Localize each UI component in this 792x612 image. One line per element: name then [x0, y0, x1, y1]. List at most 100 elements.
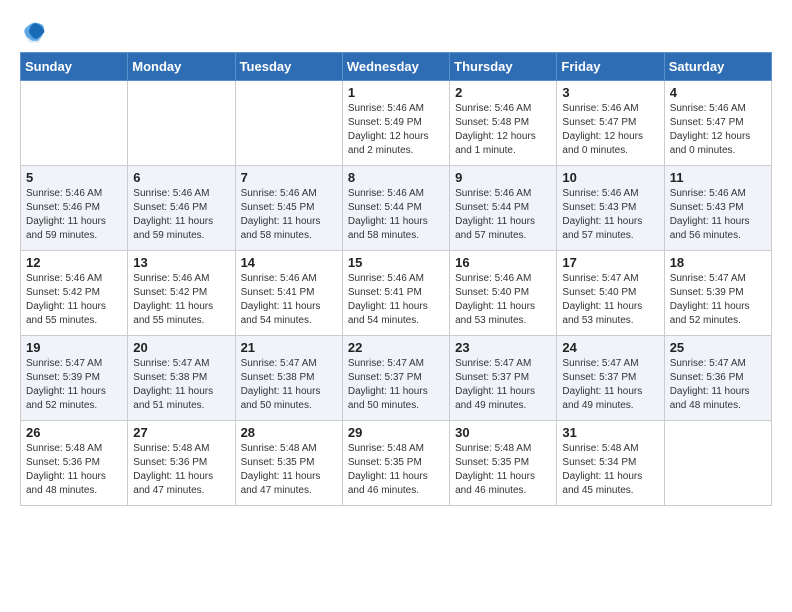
cell-day-number: 6: [133, 170, 229, 185]
cell-day-number: 14: [241, 255, 337, 270]
cell-info: Sunrise: 5:46 AM Sunset: 5:40 PM Dayligh…: [455, 272, 551, 328]
cell-info: Sunrise: 5:46 AM Sunset: 5:46 PM Dayligh…: [133, 187, 229, 243]
calendar-cell: 31Sunrise: 5:48 AM Sunset: 5:34 PM Dayli…: [557, 421, 664, 506]
calendar-cell: 16 Sunrise: 5:46 AM Sunset: 5:40 PM Dayli…: [450, 251, 557, 336]
calendar-header-row: SundayMondayTuesdayWednesdayThursdayFrid…: [21, 53, 772, 81]
cell-info: Sunrise: 5:46 AM Sunset: 5:43 PM Dayligh…: [670, 187, 766, 243]
calendar-cell: 2 Sunrise: 5:46 AM Sunset: 5:48 PM Daylig…: [450, 81, 557, 166]
calendar-cell: 13Sunrise: 5:46 AM Sunset: 5:42 PM Dayli…: [128, 251, 235, 336]
calendar-header-tuesday: Tuesday: [235, 53, 342, 81]
logo: [20, 18, 52, 46]
cell-info: Sunrise: 5:48 AM Sunset: 5:36 PM Dayligh…: [26, 442, 122, 498]
cell-info: Sunrise: 5:46 AM Sunset: 5:47 PM Dayligh…: [562, 102, 658, 158]
calendar-cell: 18Sunrise: 5:47 AM Sunset: 5:39 PM Dayli…: [664, 251, 771, 336]
cell-info: Sunrise: 5:46 AM Sunset: 5:48 PM Dayligh…: [455, 102, 551, 158]
calendar-week-row: 26Sunrise: 5:48 AM Sunset: 5:36 PM Dayli…: [21, 421, 772, 506]
cell-day-number: 24: [562, 340, 658, 355]
cell-day-number: 12: [26, 255, 122, 270]
page: SundayMondayTuesdayWednesdayThursdayFrid…: [0, 0, 792, 516]
calendar-cell: 25Sunrise: 5:47 AM Sunset: 5:36 PM Dayli…: [664, 336, 771, 421]
cell-info: Sunrise: 5:46 AM Sunset: 5:44 PM Dayligh…: [348, 187, 444, 243]
cell-info: Sunrise: 5:47 AM Sunset: 5:39 PM Dayligh…: [26, 357, 122, 413]
calendar-cell: 19 Sunrise: 5:47 AM Sunset: 5:39 PM Dayli…: [21, 336, 128, 421]
cell-info: Sunrise: 5:46 AM Sunset: 5:41 PM Dayligh…: [348, 272, 444, 328]
calendar-cell: 12 Sunrise: 5:46 AM Sunset: 5:42 PM Dayli…: [21, 251, 128, 336]
cell-day-number: 16: [455, 255, 551, 270]
calendar-cell: 23 Sunrise: 5:47 AM Sunset: 5:37 PM Dayli…: [450, 336, 557, 421]
cell-day-number: 8: [348, 170, 444, 185]
cell-info: Sunrise: 5:47 AM Sunset: 5:37 PM Dayligh…: [455, 357, 551, 413]
cell-info: Sunrise: 5:47 AM Sunset: 5:40 PM Dayligh…: [562, 272, 658, 328]
calendar-cell: 14 Sunrise: 5:46 AM Sunset: 5:41 PM Dayli…: [235, 251, 342, 336]
calendar-header-monday: Monday: [128, 53, 235, 81]
cell-day-number: 3: [562, 85, 658, 100]
calendar-week-row: 5 Sunrise: 5:46 AM Sunset: 5:46 PM Daylig…: [21, 166, 772, 251]
logo-icon: [20, 18, 48, 46]
cell-info: Sunrise: 5:48 AM Sunset: 5:35 PM Dayligh…: [348, 442, 444, 498]
calendar-header-saturday: Saturday: [664, 53, 771, 81]
cell-info: Sunrise: 5:46 AM Sunset: 5:43 PM Dayligh…: [562, 187, 658, 243]
cell-day-number: 21: [241, 340, 337, 355]
calendar-week-row: 19 Sunrise: 5:47 AM Sunset: 5:39 PM Dayli…: [21, 336, 772, 421]
cell-info: Sunrise: 5:47 AM Sunset: 5:37 PM Dayligh…: [348, 357, 444, 413]
cell-day-number: 11: [670, 170, 766, 185]
calendar-cell: 4 Sunrise: 5:46 AM Sunset: 5:47 PM Daylig…: [664, 81, 771, 166]
calendar-cell: 5 Sunrise: 5:46 AM Sunset: 5:46 PM Daylig…: [21, 166, 128, 251]
calendar-week-row: 1Sunrise: 5:46 AM Sunset: 5:49 PM Daylig…: [21, 81, 772, 166]
cell-info: Sunrise: 5:46 AM Sunset: 5:42 PM Dayligh…: [26, 272, 122, 328]
cell-day-number: 23: [455, 340, 551, 355]
calendar-cell: 17 Sunrise: 5:47 AM Sunset: 5:40 PM Dayli…: [557, 251, 664, 336]
calendar-cell: 20Sunrise: 5:47 AM Sunset: 5:38 PM Dayli…: [128, 336, 235, 421]
cell-info: Sunrise: 5:46 AM Sunset: 5:46 PM Dayligh…: [26, 187, 122, 243]
cell-info: Sunrise: 5:48 AM Sunset: 5:34 PM Dayligh…: [562, 442, 658, 498]
header-area: [20, 18, 772, 46]
calendar-header-sunday: Sunday: [21, 53, 128, 81]
calendar-cell: [128, 81, 235, 166]
cell-info: Sunrise: 5:46 AM Sunset: 5:49 PM Dayligh…: [348, 102, 444, 158]
calendar-cell: 26Sunrise: 5:48 AM Sunset: 5:36 PM Dayli…: [21, 421, 128, 506]
cell-day-number: 19: [26, 340, 122, 355]
cell-info: Sunrise: 5:47 AM Sunset: 5:37 PM Dayligh…: [562, 357, 658, 413]
calendar-cell: 8 Sunrise: 5:46 AM Sunset: 5:44 PM Daylig…: [342, 166, 449, 251]
cell-info: Sunrise: 5:48 AM Sunset: 5:35 PM Dayligh…: [241, 442, 337, 498]
cell-day-number: 10: [562, 170, 658, 185]
calendar-cell: 24 Sunrise: 5:47 AM Sunset: 5:37 PM Dayli…: [557, 336, 664, 421]
calendar-cell: [664, 421, 771, 506]
cell-day-number: 17: [562, 255, 658, 270]
cell-day-number: 4: [670, 85, 766, 100]
calendar-cell: 11 Sunrise: 5:46 AM Sunset: 5:43 PM Dayli…: [664, 166, 771, 251]
cell-day-number: 7: [241, 170, 337, 185]
cell-info: Sunrise: 5:46 AM Sunset: 5:45 PM Dayligh…: [241, 187, 337, 243]
cell-day-number: 5: [26, 170, 122, 185]
calendar-cell: 6 Sunrise: 5:46 AM Sunset: 5:46 PM Daylig…: [128, 166, 235, 251]
cell-info: Sunrise: 5:46 AM Sunset: 5:41 PM Dayligh…: [241, 272, 337, 328]
calendar: SundayMondayTuesdayWednesdayThursdayFrid…: [20, 52, 772, 506]
cell-day-number: 28: [241, 425, 337, 440]
calendar-cell: 10 Sunrise: 5:46 AM Sunset: 5:43 PM Dayli…: [557, 166, 664, 251]
calendar-cell: 22 Sunrise: 5:47 AM Sunset: 5:37 PM Dayli…: [342, 336, 449, 421]
calendar-cell: 1Sunrise: 5:46 AM Sunset: 5:49 PM Daylig…: [342, 81, 449, 166]
cell-day-number: 13: [133, 255, 229, 270]
calendar-header-friday: Friday: [557, 53, 664, 81]
calendar-header-wednesday: Wednesday: [342, 53, 449, 81]
cell-day-number: 2: [455, 85, 551, 100]
cell-info: Sunrise: 5:47 AM Sunset: 5:39 PM Dayligh…: [670, 272, 766, 328]
calendar-cell: 21 Sunrise: 5:47 AM Sunset: 5:38 PM Dayli…: [235, 336, 342, 421]
cell-day-number: 30: [455, 425, 551, 440]
calendar-cell: 28 Sunrise: 5:48 AM Sunset: 5:35 PM Dayli…: [235, 421, 342, 506]
cell-info: Sunrise: 5:47 AM Sunset: 5:38 PM Dayligh…: [241, 357, 337, 413]
cell-day-number: 9: [455, 170, 551, 185]
calendar-week-row: 12 Sunrise: 5:46 AM Sunset: 5:42 PM Dayli…: [21, 251, 772, 336]
calendar-cell: 9Sunrise: 5:46 AM Sunset: 5:44 PM Daylig…: [450, 166, 557, 251]
calendar-cell: [21, 81, 128, 166]
cell-info: Sunrise: 5:48 AM Sunset: 5:35 PM Dayligh…: [455, 442, 551, 498]
calendar-cell: 3 Sunrise: 5:46 AM Sunset: 5:47 PM Daylig…: [557, 81, 664, 166]
calendar-cell: 27Sunrise: 5:48 AM Sunset: 5:36 PM Dayli…: [128, 421, 235, 506]
cell-info: Sunrise: 5:46 AM Sunset: 5:47 PM Dayligh…: [670, 102, 766, 158]
cell-day-number: 22: [348, 340, 444, 355]
calendar-cell: 15 Sunrise: 5:46 AM Sunset: 5:41 PM Dayli…: [342, 251, 449, 336]
cell-day-number: 15: [348, 255, 444, 270]
cell-day-number: 25: [670, 340, 766, 355]
cell-info: Sunrise: 5:47 AM Sunset: 5:38 PM Dayligh…: [133, 357, 229, 413]
cell-day-number: 29: [348, 425, 444, 440]
